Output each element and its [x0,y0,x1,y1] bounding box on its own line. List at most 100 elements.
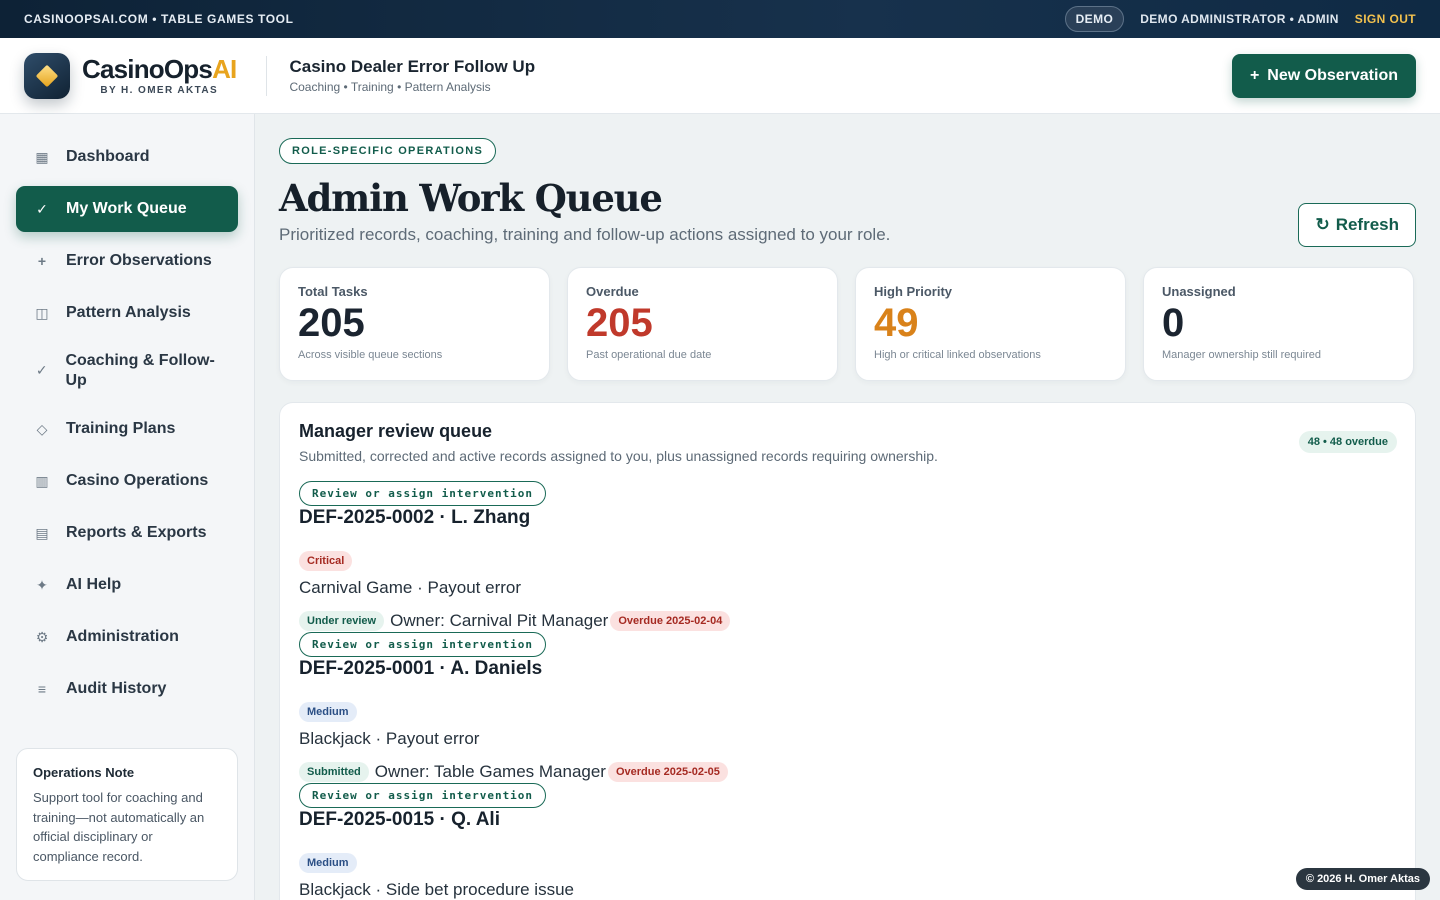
sidebar-item-label: Casino Operations [66,472,209,489]
role-eyebrow-badge: ROLE-SPECIFIC OPERATIONS [279,138,497,164]
refresh-icon: ↻ [1315,215,1330,234]
sidebar: ▦ Dashboard ✓ My Work Queue + Error Obse… [0,114,255,900]
sign-out-link[interactable]: SIGN OUT [1355,12,1416,26]
brand-byline: BY H. OMER AKTAS [100,84,219,96]
sidebar-item-label: Pattern Analysis [66,304,191,321]
stat-label: High Priority [874,284,953,299]
refresh-button[interactable]: ↻ Refresh [1298,203,1416,247]
record-owner: Owner: Table Games Manager [374,762,606,781]
review-assign-button[interactable]: Review or assign intervention [299,481,547,506]
sparkle-icon: ✦ [36,576,48,593]
sidebar-item-label: Audit History [66,680,167,697]
sidebar-item-label: Error Observations [66,252,212,269]
page-title: Admin Work Queue [279,176,663,220]
record-status-line: Submitted Owner: Table Games Manager Ove… [299,762,1396,782]
sidebar-item-error-observations[interactable]: + Error Observations [16,238,238,284]
sidebar-item-label: My Work Queue [66,200,187,217]
header-title: Casino Dealer Error Follow Up [289,57,536,76]
sidebar-item-label: Training Plans [66,420,176,437]
queue-title: Manager review queue [299,421,493,441]
plus-icon: + [1249,66,1260,84]
sidebar-item-dashboard[interactable]: ▦ Dashboard [16,134,238,180]
sidebar-item-label: Administration [66,628,179,645]
top-bar: CASINOOPSAI.COM • TABLE GAMES TOOL DEMO … [0,0,1440,38]
operations-note-heading: Operations Note [33,765,135,780]
sidebar-item-label: Dashboard [66,148,150,165]
main-content: ROLE-SPECIFIC OPERATIONS Admin Work Queu… [279,114,1416,900]
sidebar-item-reports-exports[interactable]: ▤ Reports & Exports [16,510,238,556]
sidebar-item-audit-history[interactable]: ≡ Audit History [16,666,238,712]
header-subtitle: Coaching • Training • Pattern Analysis [289,80,491,94]
review-assign-button[interactable]: Review or assign intervention [299,783,547,808]
sidebar-item-pattern-analysis[interactable]: ◫ Pattern Analysis [16,290,238,336]
top-bar-right: DEMO DEMO ADMINISTRATOR • ADMIN SIGN OUT [1064,6,1416,32]
record-owner: Owner: Carnival Pit Manager [390,611,609,630]
stat-note: Across visible queue sections [298,349,443,361]
new-observation-label: New Observation [1267,66,1398,84]
sidebar-item-label: Coaching & Follow-Up [65,352,215,389]
app-header: CasinoOpsAI BY H. OMER AKTAS Casino Deal… [0,38,1440,114]
current-user-label: DEMO ADMINISTRATOR • ADMIN [1140,12,1339,26]
sidebar-item-coaching-follow-up[interactable]: ✓ Coaching & Follow-Up [16,342,238,400]
report-icon: ▤ [35,524,49,541]
review-assign-button[interactable]: Review or assign intervention [299,632,547,657]
queue-record: Review or assign intervention DEF-2025-0… [299,481,1396,631]
stat-note: High or critical linked observations [874,349,1041,361]
check-icon: ✓ [36,200,48,217]
brand-block[interactable]: CasinoOpsAI BY H. OMER AKTAS [82,53,237,96]
queue-overdue-badge: 48 • 48 overdue [1298,431,1397,453]
stat-label: Unassigned [1162,284,1236,299]
plus-icon: + [37,253,47,269]
stat-label: Overdue [586,284,639,299]
stat-note: Manager ownership still required [1162,349,1321,361]
sidebar-item-casino-operations[interactable]: ▥ Casino Operations [16,458,238,504]
stat-value: 205 [298,301,365,345]
columns-icon: ◫ [35,304,49,321]
header-page-heading: Casino Dealer Error Follow Up Coaching •… [289,57,535,94]
gear-icon: ⚙ [35,628,49,645]
copyright-badge: © 2026 H. Omer Aktas [1295,868,1430,890]
stats-row: Total Tasks 205 Across visible queue sec… [279,267,1416,381]
new-observation-button[interactable]: + New Observation [1231,53,1416,98]
severity-badge: Critical [299,551,353,571]
queue-description: Submitted, corrected and active records … [299,448,938,464]
stat-card-unassigned: Unassigned 0 Manager ownership still req… [1143,267,1414,381]
building-icon: ▥ [35,472,49,489]
record-game-line: Blackjack · Payout error [299,729,480,748]
refresh-label: Refresh [1335,215,1399,234]
grid-icon: ▦ [35,148,49,165]
site-tagline: CASINOOPSAI.COM • TABLE GAMES TOOL [24,12,294,26]
record-game-line: Blackjack · Side bet procedure issue [299,880,574,899]
due-badge: Overdue 2025-02-04 [610,611,731,631]
diamond-icon: ◇ [36,420,48,437]
record-id-link[interactable]: DEF-2025-0002 · L. Zhang [299,507,1396,529]
sidebar-item-ai-help[interactable]: ✦ AI Help [16,562,238,608]
severity-badge: Medium [299,702,357,722]
stat-card-total-tasks: Total Tasks 205 Across visible queue sec… [279,267,550,381]
sidebar-item-label: Reports & Exports [66,524,207,541]
record-game-line: Carnival Game · Payout error [299,578,522,597]
manager-review-queue-card: Manager review queue Submitted, correcte… [279,402,1416,900]
page-description: Prioritized records, coaching, training … [279,225,891,244]
stat-value: 49 [874,301,919,345]
list-icon: ≡ [37,681,47,697]
header-divider [266,55,268,96]
stat-value: 0 [1162,301,1185,345]
brand-name: CasinoOpsAI [82,53,237,84]
stat-card-high-priority: High Priority 49 High or critical linked… [855,267,1126,381]
record-id-link[interactable]: DEF-2025-0015 · Q. Ali [299,809,1396,831]
sidebar-item-training-plans[interactable]: ◇ Training Plans [16,406,238,452]
app-logo-icon[interactable] [24,52,70,99]
record-status-line: Under review Owner: Carnival Pit Manager… [299,611,1396,631]
demo-badge: DEMO [1064,6,1125,32]
sidebar-item-label: AI Help [66,576,122,593]
sidebar-item-administration[interactable]: ⚙ Administration [16,614,238,660]
queue-record: Review or assign intervention DEF-2025-0… [299,632,1396,782]
stat-note: Past operational due date [586,349,712,361]
brand-name-accent: AI [212,53,237,84]
record-id-link[interactable]: DEF-2025-0001 · A. Daniels [299,658,1396,680]
stat-card-overdue: Overdue 205 Past operational due date [567,267,838,381]
operations-note-card: Operations Note Support tool for coachin… [16,748,238,881]
sidebar-item-my-work-queue[interactable]: ✓ My Work Queue [16,186,238,232]
stat-value: 205 [586,301,653,345]
